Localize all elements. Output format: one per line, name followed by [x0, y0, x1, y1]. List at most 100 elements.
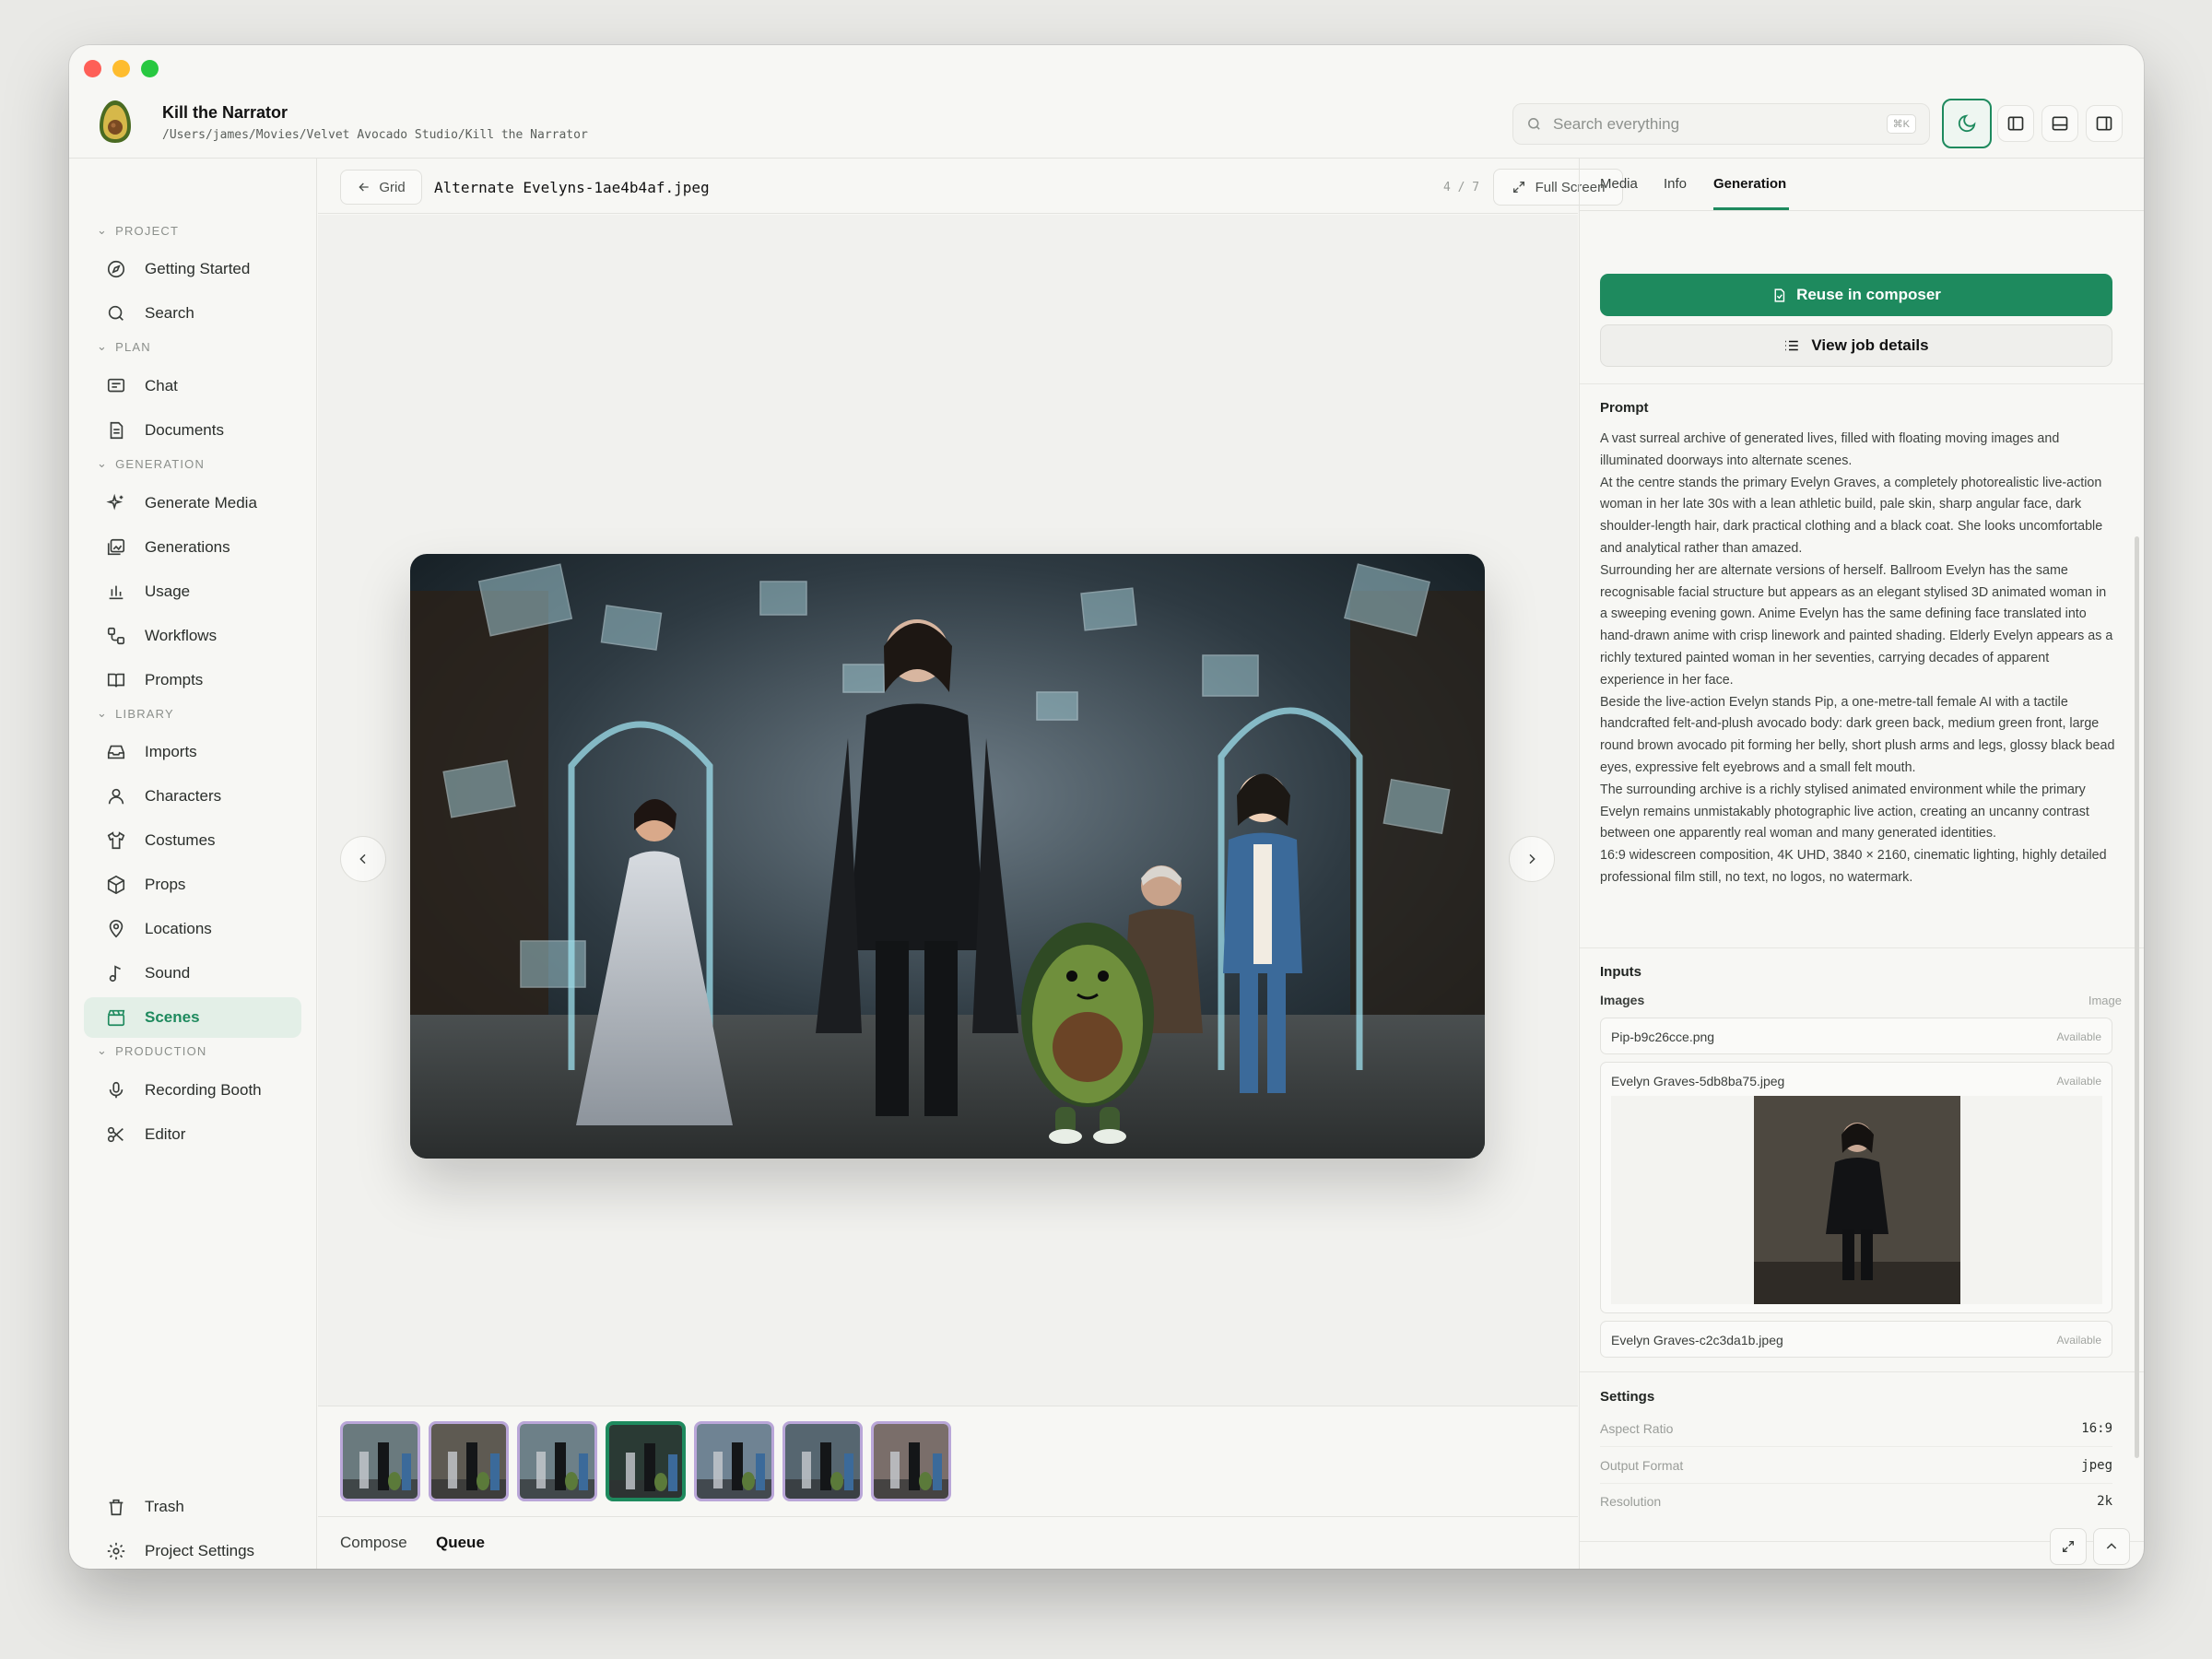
- thumbnail-6[interactable]: [782, 1421, 863, 1501]
- thumbnail-image: [343, 1424, 418, 1499]
- sidebar-item-locations[interactable]: Locations: [84, 909, 301, 949]
- inputs-heading: Inputs: [1600, 964, 1641, 980]
- app-window: Kill the Narrator /Users/james/Movies/Ve…: [69, 45, 2144, 1569]
- input-image-row[interactable]: Pip-b9c26cce.png Available: [1600, 1018, 2112, 1054]
- reuse-in-composer-button[interactable]: Reuse in composer: [1600, 274, 2112, 316]
- setting-label: Output Format: [1600, 1458, 1684, 1473]
- prompt-text: A vast surreal archive of generated live…: [1600, 429, 2116, 889]
- collapse-panel-button[interactable]: [2093, 1528, 2130, 1565]
- toggle-left-panel-button[interactable]: [1997, 105, 2034, 142]
- sidebar-item-chat[interactable]: Chat: [84, 366, 301, 406]
- media-viewer: Grid Alternate Evelyns-1ae4b4af.jpeg 4 /…: [318, 159, 1623, 1569]
- thumbnail-5[interactable]: [694, 1421, 774, 1501]
- section-library[interactable]: ⌄ LIBRARY: [97, 706, 174, 721]
- tab-generation[interactable]: Generation: [1713, 176, 1786, 192]
- project-title: Kill the Narrator: [162, 103, 288, 122]
- sidebar-item-label: Workflows: [145, 627, 218, 644]
- image-canvas: [318, 215, 1578, 1406]
- sidebar-item-search[interactable]: Search: [84, 293, 301, 334]
- theme-toggle-button[interactable]: [1942, 99, 1992, 148]
- inspector-scrollbar[interactable]: [2135, 536, 2139, 1458]
- sidebar-item-label: Scenes: [145, 1008, 200, 1026]
- setting-output-format: Output Format jpeg: [1600, 1447, 2112, 1484]
- input-image-name: Evelyn Graves-5db8ba75.jpeg: [1611, 1074, 1785, 1088]
- sidebar-item-trash[interactable]: Trash: [84, 1487, 301, 1527]
- thumbnail-2[interactable]: [429, 1421, 509, 1501]
- section-plan[interactable]: ⌄ PLAN: [97, 339, 151, 354]
- sidebar-item-label: Trash: [145, 1498, 184, 1515]
- expand-icon: [2063, 1541, 2074, 1552]
- view-job-details-button[interactable]: View job details: [1600, 324, 2112, 367]
- sidebar-item-scenes[interactable]: Scenes: [84, 997, 301, 1038]
- images-label: Images: [1600, 993, 1645, 1007]
- sidebar-item-prompts[interactable]: Prompts: [84, 660, 301, 700]
- sidebar-item-label: Generate Media: [145, 494, 257, 512]
- images-type-label: Image: [2088, 994, 2122, 1007]
- sidebar-item-characters[interactable]: Characters: [84, 776, 301, 817]
- sidebar-item-imports[interactable]: Imports: [84, 732, 301, 772]
- search-icon: [1528, 118, 1540, 130]
- tab-queue[interactable]: Queue: [436, 1534, 485, 1552]
- thumbnail-image: [520, 1424, 594, 1499]
- sidebar-item-usage[interactable]: Usage: [84, 571, 301, 612]
- search-input[interactable]: Search everything ⌘K: [1512, 103, 1930, 145]
- section-project[interactable]: ⌄ PROJECT: [97, 223, 179, 238]
- prompt-paragraph: The surrounding archive is a richly styl…: [1600, 782, 2089, 841]
- toggle-bottom-panel-button[interactable]: [2041, 105, 2078, 142]
- sidebar-item-editor[interactable]: Editor: [84, 1114, 301, 1155]
- setting-value: 16:9: [2081, 1421, 2112, 1436]
- sidebar-item-label: Prompts: [145, 671, 204, 688]
- tab-info[interactable]: Info: [1664, 176, 1687, 192]
- sidebar-item-documents[interactable]: Documents: [84, 410, 301, 451]
- section-generation[interactable]: ⌄ GENERATION: [97, 456, 205, 471]
- thumbnail-1[interactable]: [340, 1421, 420, 1501]
- sidebar-item-getting-started[interactable]: Getting Started: [84, 249, 301, 289]
- avocado-logo-icon: [100, 100, 131, 143]
- sidebar-item-generations[interactable]: Generations: [84, 527, 301, 568]
- prompt-heading: Prompt: [1600, 400, 1649, 416]
- next-image-button[interactable]: [1509, 836, 1555, 882]
- back-to-grid-button[interactable]: Grid: [340, 170, 422, 205]
- sidebar-item-props[interactable]: Props: [84, 865, 301, 905]
- sidebar-item-project-settings[interactable]: Project Settings: [84, 1531, 301, 1569]
- sidebar-item-sound[interactable]: Sound: [84, 953, 301, 994]
- box-icon: [107, 875, 125, 895]
- tab-media[interactable]: Media: [1600, 176, 1638, 192]
- sidebar-item-workflows[interactable]: Workflows: [84, 616, 301, 656]
- input-image-row[interactable]: Evelyn Graves-5db8ba75.jpeg Available: [1600, 1062, 2112, 1313]
- previous-image-button[interactable]: [340, 836, 386, 882]
- chevron-left-icon: [359, 853, 366, 865]
- thumbnail-3[interactable]: [517, 1421, 597, 1501]
- generated-image[interactable]: [410, 554, 1485, 1159]
- sparkles-icon: [106, 493, 124, 511]
- sidebar-item-costumes[interactable]: Costumes: [84, 820, 301, 861]
- gear-icon: [107, 1542, 125, 1560]
- evelyn-portrait-thumbnail[interactable]: [1753, 1096, 1960, 1304]
- sidebar-item-label: Imports: [145, 743, 197, 760]
- section-production[interactable]: ⌄ PRODUCTION: [97, 1043, 206, 1058]
- chevron-down-icon: ⌄: [97, 223, 109, 237]
- setting-value: 2k: [2097, 1494, 2112, 1509]
- expand-panel-button[interactable]: [2050, 1528, 2087, 1565]
- tab-compose[interactable]: Compose: [340, 1534, 407, 1552]
- divider: [1580, 947, 2144, 948]
- sidebar: ⌄ PROJECT Getting Started Search ⌄ PLAN Ch…: [69, 159, 317, 1569]
- sidebar-item-recording-booth[interactable]: Recording Booth: [84, 1070, 301, 1111]
- thumbnail-7[interactable]: [871, 1421, 951, 1501]
- toggle-right-panel-button[interactable]: [2086, 105, 2123, 142]
- microphone-icon: [109, 1081, 124, 1099]
- sidebar-item-generate-media[interactable]: Generate Media: [84, 483, 301, 524]
- sidebar-item-label: Recording Booth: [145, 1081, 262, 1099]
- list-icon: [1785, 340, 1799, 351]
- input-image-row[interactable]: Evelyn Graves-c2c3da1b.jpeg Available: [1600, 1321, 2112, 1358]
- chevron-down-icon: ⌄: [97, 706, 109, 720]
- right-panel-icon: [2096, 116, 2112, 131]
- bottom-panel-tabs: Compose Queue: [318, 1516, 1578, 1569]
- settings-heading: Settings: [1600, 1389, 1655, 1405]
- search-shortcut-badge: ⌘K: [1886, 114, 1916, 134]
- document-icon: [110, 421, 124, 440]
- setting-value: jpeg: [2081, 1458, 2112, 1473]
- app-header: Kill the Narrator /Users/james/Movies/Ve…: [69, 45, 2144, 159]
- thumbnail-4[interactable]: [606, 1421, 686, 1501]
- setting-aspect-ratio: Aspect Ratio 16:9: [1600, 1410, 2112, 1447]
